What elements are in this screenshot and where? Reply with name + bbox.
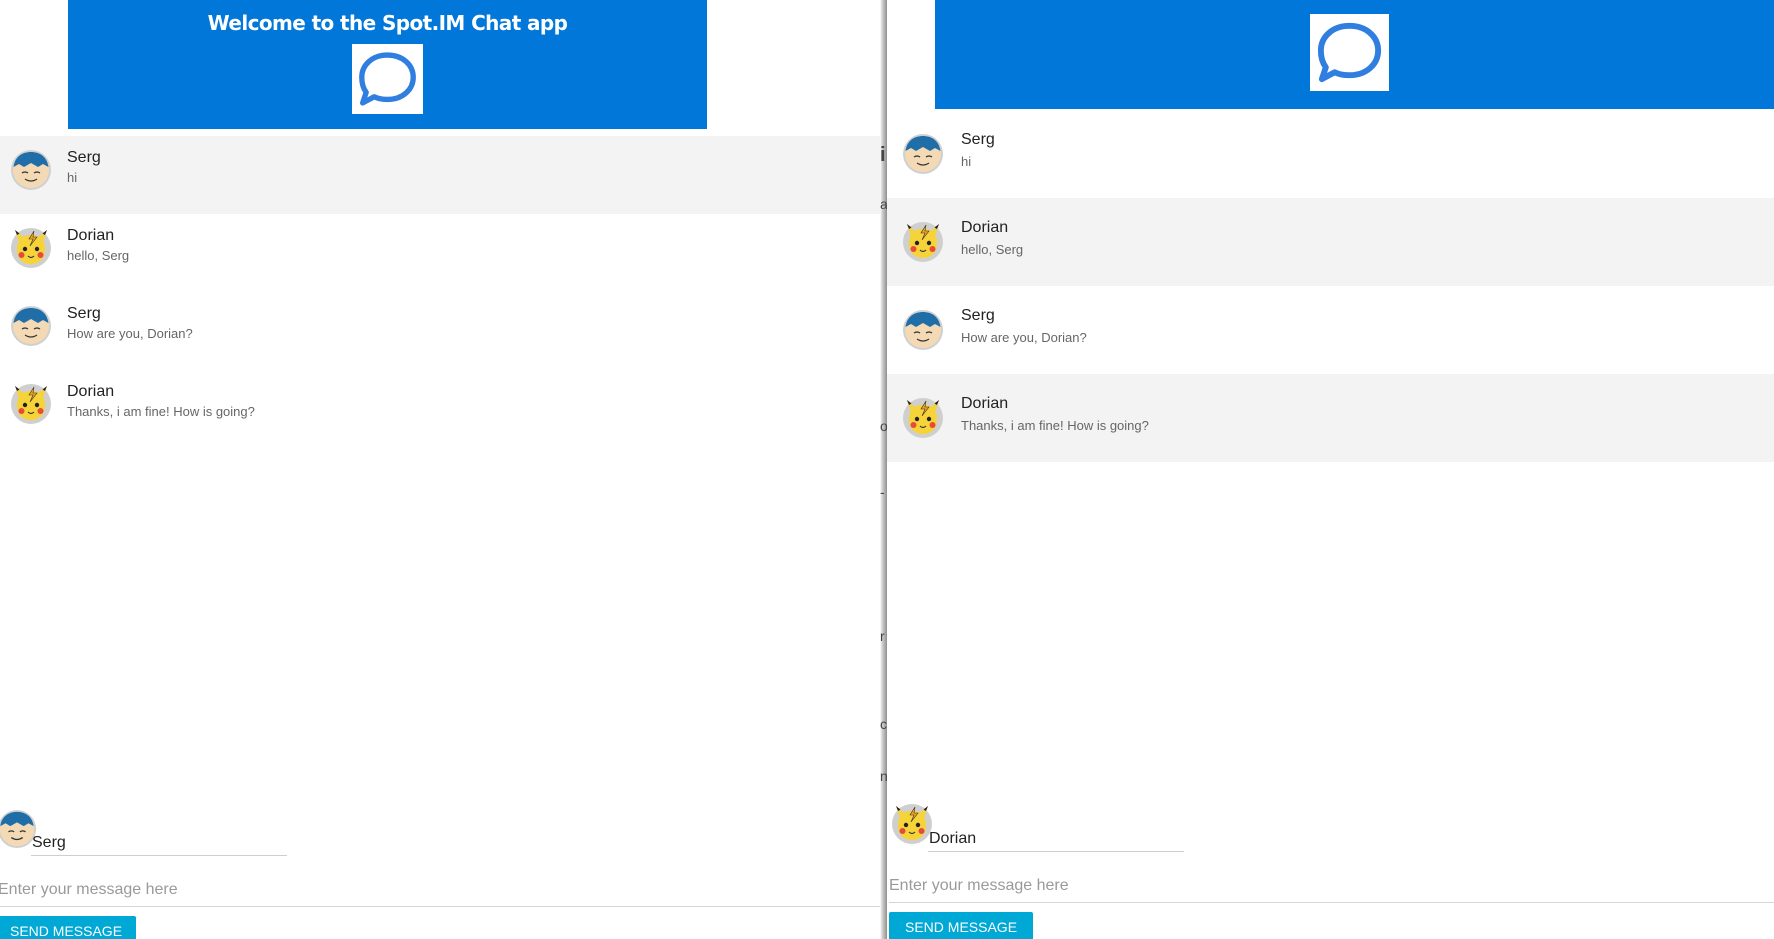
pikachu-avatar-icon (902, 221, 944, 263)
send-message-button[interactable]: SEND MESSAGE (889, 912, 1034, 939)
background-fragment: c (880, 716, 887, 732)
background-fragment: r (880, 628, 885, 644)
snorlax-avatar-icon (902, 133, 944, 175)
message-text: hello, Serg (67, 248, 130, 263)
list-item: Serg How are you, Dorian? (887, 286, 1774, 374)
list-item: Dorian hello, Serg (0, 214, 880, 292)
message-text: hi (961, 154, 972, 169)
message-list: Serg hi Dorian hello, Serg Serg How are … (0, 136, 880, 448)
app-header (935, 0, 1774, 109)
send-message-button[interactable]: SEND MESSAGE (0, 916, 137, 939)
pikachu-avatar-icon (902, 397, 944, 439)
app-title: Welcome to the Spot.IM Chat app (207, 11, 568, 35)
pikachu-avatar-icon (10, 227, 52, 269)
chat-bubble-icon (352, 44, 423, 114)
message-author: Serg (961, 307, 995, 324)
snorlax-avatar-icon (10, 149, 52, 191)
chat-window-dorian: Serg hi Dorian hello, Serg Serg How are … (887, 0, 1774, 939)
current-user-avatar-icon (891, 803, 933, 845)
message-input[interactable] (0, 873, 880, 907)
chat-bubble-icon (1310, 14, 1389, 91)
background-fragment: - (880, 484, 885, 500)
message-input[interactable] (889, 869, 1774, 903)
message-text: How are you, Dorian? (67, 326, 193, 341)
message-text: Thanks, i am fine! How is going? (67, 404, 255, 419)
message-text: hello, Serg (961, 242, 1024, 257)
username-field[interactable]: Dorian (928, 826, 1184, 852)
username-field[interactable]: Serg (31, 830, 287, 856)
snorlax-avatar-icon (10, 305, 52, 347)
message-author: Dorian (67, 227, 115, 244)
app-header: Welcome to the Spot.IM Chat app (68, 0, 707, 129)
chat-window-serg: Welcome to the Spot.IM Chat app Serg hi … (0, 0, 880, 939)
window-divider (880, 0, 887, 939)
message-text: How are you, Dorian? (961, 330, 1087, 345)
background-fragment: i (880, 144, 886, 166)
message-author: Serg (67, 305, 101, 322)
message-author: Serg (67, 149, 101, 166)
list-item: Serg hi (887, 110, 1774, 198)
message-list: Serg hi Dorian hello, Serg Serg How are … (887, 110, 1774, 462)
message-author: Dorian (961, 395, 1009, 412)
snorlax-avatar-icon (902, 309, 944, 351)
list-item: Dorian Thanks, i am fine! How is going? (887, 374, 1774, 462)
list-item: Dorian Thanks, i am fine! How is going? (0, 370, 880, 448)
message-author: Serg (961, 131, 995, 148)
list-item: Serg How are you, Dorian? (0, 292, 880, 370)
message-author: Dorian (961, 219, 1009, 236)
message-author: Dorian (67, 383, 115, 400)
message-text: Thanks, i am fine! How is going? (961, 418, 1149, 433)
list-item: Serg hi (0, 136, 880, 214)
message-text: hi (67, 170, 78, 185)
list-item: Dorian hello, Serg (887, 198, 1774, 286)
pikachu-avatar-icon (10, 383, 52, 425)
